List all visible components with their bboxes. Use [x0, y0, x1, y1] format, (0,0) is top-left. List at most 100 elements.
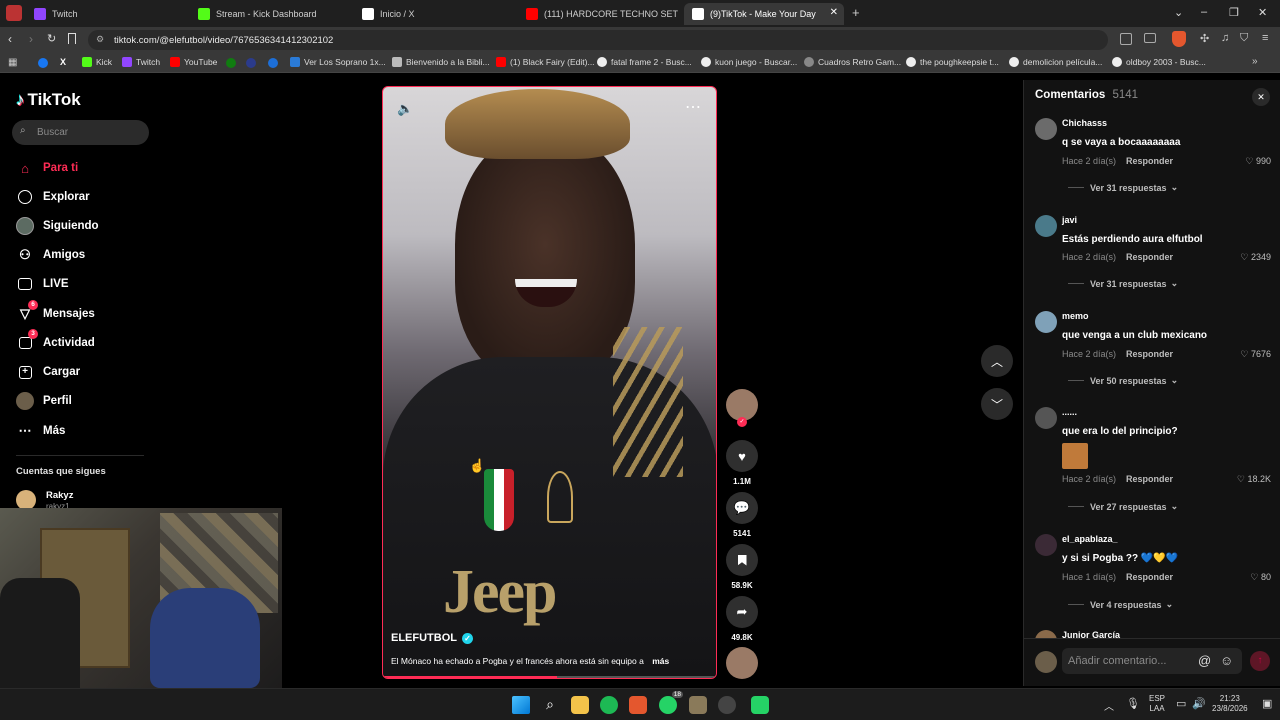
forward-icon[interactable]: ›: [29, 32, 33, 46]
tab-tiktok[interactable]: (9)TikTok - Make Your Day ✕: [684, 3, 844, 25]
comment-input[interactable]: Añadir comentario... @ ☺: [1062, 648, 1242, 674]
menu-icon[interactable]: ≡: [1262, 32, 1268, 44]
bookmark-kuon[interactable]: kuon juego - Buscar...: [701, 57, 797, 67]
notifications-icon[interactable]: ▣: [1262, 697, 1272, 710]
bookmark-biblioteca[interactable]: Bienvenido a la Bibli...: [392, 57, 490, 67]
share-button[interactable]: ➦ 49.8K: [726, 596, 758, 642]
bookmark-black-fairy[interactable]: (1) Black Fairy (Edit)...: [496, 57, 595, 67]
new-tab-icon[interactable]: +: [852, 5, 860, 20]
whatsapp-business-icon[interactable]: [751, 696, 769, 714]
site-info-icon[interactable]: ⚙: [96, 34, 104, 45]
reply-button[interactable]: Responder: [1126, 349, 1173, 359]
tray-overflow-icon[interactable]: ︿: [1104, 698, 1114, 713]
mention-icon[interactable]: @: [1198, 653, 1211, 668]
app-icon[interactable]: [689, 696, 707, 714]
microphone-icon[interactable]: 🎙: [1126, 697, 1140, 710]
comment-user[interactable]: ......: [1062, 407, 1077, 417]
file-explorer-icon[interactable]: [571, 696, 589, 714]
bookmark-demolicion[interactable]: demolicion película...: [1009, 57, 1102, 67]
nav-siguiendo[interactable]: Siguiendo: [16, 216, 99, 236]
discord-icon[interactable]: [246, 58, 256, 68]
nav-live[interactable]: LIVE: [16, 274, 69, 294]
brave-icon[interactable]: [629, 696, 647, 714]
url-field[interactable]: ⚙ tiktok.com/@elefutbol/video/7676536341…: [88, 30, 1108, 50]
nav-mas[interactable]: ⋯ Más: [16, 421, 66, 441]
following-account[interactable]: Rakyz rakyz1: [16, 490, 146, 511]
maximize-icon[interactable]: ❐: [1229, 6, 1239, 19]
close-tab-icon[interactable]: ✕: [830, 7, 838, 18]
comment-like-button[interactable]: ♡ 990: [1245, 156, 1271, 167]
comment-user[interactable]: Junior García: [1062, 630, 1120, 638]
reply-button[interactable]: Responder: [1126, 156, 1173, 166]
apps-grid-icon[interactable]: ▦: [8, 57, 17, 68]
like-button[interactable]: ♥ 1.1M: [726, 440, 758, 486]
clock[interactable]: 21:23 23/8/2026: [1212, 694, 1248, 714]
comment-user[interactable]: memo: [1062, 311, 1089, 321]
game-launcher-icon[interactable]: [718, 696, 736, 714]
view-replies-button[interactable]: Ver 31 respuestas ⌄: [1068, 278, 1178, 289]
previous-video-button[interactable]: ︿: [981, 345, 1013, 377]
nav-perfil[interactable]: Perfil: [16, 391, 72, 411]
comment-user[interactable]: Chichasss: [1062, 118, 1107, 128]
tiktok-logo[interactable]: ♪ TikTok: [16, 90, 81, 110]
view-replies-button[interactable]: Ver 4 respuestas ⌄: [1068, 599, 1173, 610]
bookmark-poughkeepsie[interactable]: the poughkeepsie t...: [906, 57, 999, 67]
video-options-icon[interactable]: ⋯: [685, 97, 701, 117]
search-icon[interactable]: ⌕: [541, 696, 559, 714]
language-indicator[interactable]: ESP LAA: [1149, 694, 1165, 714]
nav-amigos[interactable]: ⚇ Amigos: [16, 245, 85, 265]
comment-user[interactable]: el_apablaza_: [1062, 534, 1118, 544]
comment-user[interactable]: javi: [1062, 215, 1077, 225]
nav-para-ti[interactable]: ⌂ Para ti: [16, 158, 78, 178]
author-avatar-button[interactable]: ✓: [726, 389, 758, 427]
avatar[interactable]: [1035, 407, 1057, 429]
avatar[interactable]: [1035, 311, 1057, 333]
reply-button[interactable]: Responder: [1126, 474, 1173, 484]
view-replies-button[interactable]: Ver 31 respuestas ⌄: [1068, 182, 1178, 193]
tab-youtube-techno[interactable]: (111) HARDCORE TECHNO SET IN A: [526, 3, 678, 25]
comment-button[interactable]: 💬 5141: [726, 492, 758, 538]
comment-like-button[interactable]: ♡ 7676: [1240, 349, 1271, 360]
view-replies-button[interactable]: Ver 50 respuestas ⌄: [1068, 375, 1178, 386]
bookmark-youtube[interactable]: YouTube: [170, 57, 217, 67]
comment-like-button[interactable]: ♡ 18.2K: [1237, 474, 1271, 485]
close-window-icon[interactable]: ✕: [1258, 6, 1267, 19]
spotify-icon[interactable]: [600, 696, 618, 714]
search-input[interactable]: ⌕ Buscar: [12, 120, 149, 145]
x-bookmark-icon[interactable]: X: [60, 57, 66, 67]
edge-icon[interactable]: [268, 58, 278, 68]
bookmark-fatal-frame[interactable]: fatal frame 2 - Busc...: [597, 57, 692, 67]
extensions-icon[interactable]: ✣: [1200, 32, 1209, 45]
mute-icon[interactable]: 🔈: [397, 101, 413, 117]
tab-kick-dashboard[interactable]: Stream - Kick Dashboard: [198, 3, 348, 25]
brave-shield-icon[interactable]: [1172, 31, 1186, 47]
comment-like-button[interactable]: ♡ 80: [1250, 572, 1271, 583]
bookmark-twitch[interactable]: Twitch: [122, 57, 160, 67]
whatsapp-icon[interactable]: 18: [659, 691, 683, 714]
vpn-icon[interactable]: ⛉: [1240, 32, 1248, 45]
video-player[interactable]: Jeep 🔈 ⋯ ELEFUTBOL ✓ El Mónaco ha echado…: [382, 86, 717, 679]
caption-more-link[interactable]: más: [652, 656, 669, 666]
avatar[interactable]: [1035, 630, 1057, 638]
cast-icon[interactable]: [1144, 33, 1156, 43]
nav-actividad[interactable]: 3 Actividad: [16, 329, 95, 353]
follow-check-icon[interactable]: ✓: [737, 417, 747, 427]
bookmark-oldboy[interactable]: oldboy 2003 - Busc...: [1112, 57, 1206, 67]
bookmark-page-icon[interactable]: [68, 33, 76, 44]
translate-icon[interactable]: [1120, 33, 1132, 45]
send-comment-button[interactable]: ↑: [1250, 651, 1270, 671]
facebook-icon[interactable]: [38, 58, 48, 68]
save-button[interactable]: 58.9K: [726, 544, 758, 590]
avatar[interactable]: [1035, 215, 1057, 237]
video-author[interactable]: ELEFUTBOL ✓: [391, 632, 473, 644]
browser-menu-icon[interactable]: [6, 5, 22, 21]
avatar[interactable]: [1035, 118, 1057, 140]
tab-twitch[interactable]: Twitch: [34, 3, 184, 25]
minimize-icon[interactable]: –: [1201, 6, 1207, 18]
next-video-button[interactable]: ﹀: [981, 388, 1013, 420]
tab-x-home[interactable]: Inicio / X: [362, 3, 512, 25]
nav-mensajes[interactable]: ▽ 6 Mensajes: [16, 300, 95, 324]
view-replies-button[interactable]: Ver 27 respuestas ⌄: [1068, 501, 1178, 512]
tab-list-icon[interactable]: ⌄: [1174, 6, 1183, 19]
comment-like-button[interactable]: ♡ 2349: [1240, 252, 1271, 263]
